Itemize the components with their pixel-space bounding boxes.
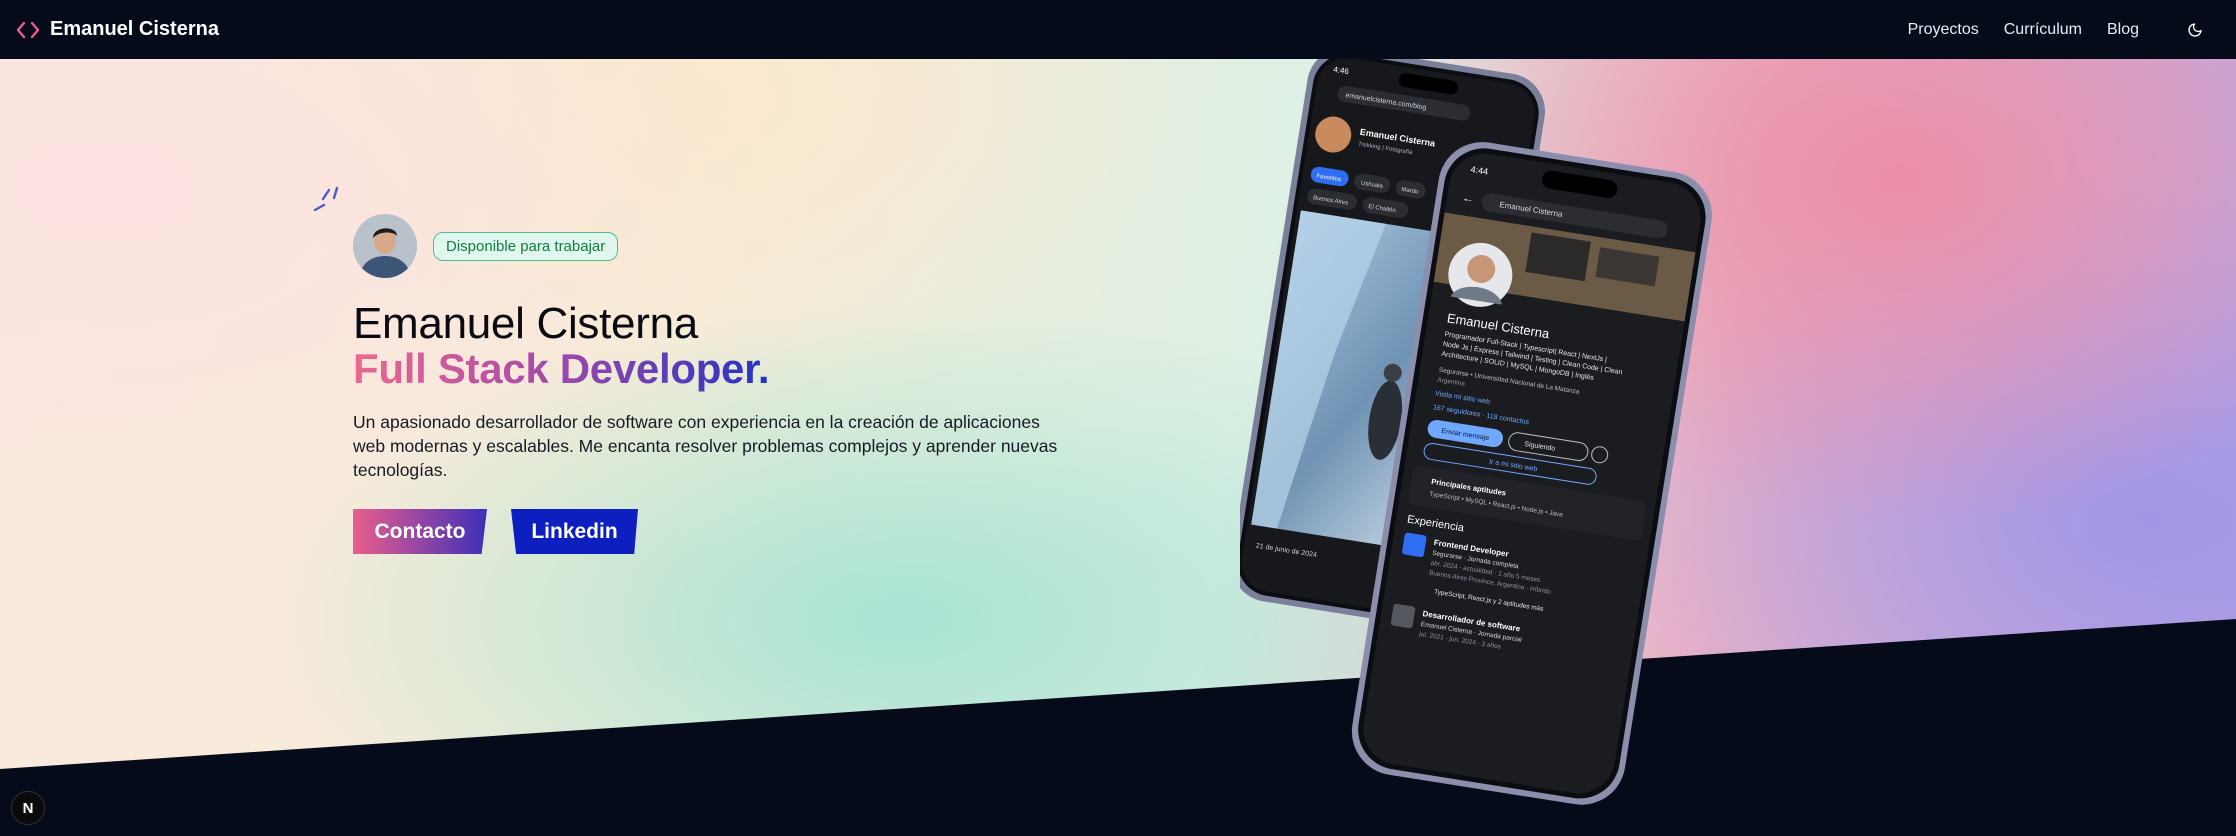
avatar (353, 214, 417, 278)
hero-name: Emanuel Cisterna (353, 299, 698, 348)
sparkle-decoration-icon (313, 186, 339, 212)
hero-role: Full Stack Developer. (353, 345, 770, 392)
moon-icon (2188, 22, 2202, 37)
nav-link-proyectos[interactable]: Proyectos (1908, 21, 1979, 39)
linkedin-button[interactable]: Linkedin (511, 509, 638, 554)
site-header: Emanuel Cisterna Proyectos Currículum Bl… (0, 0, 2236, 59)
nav-link-blog[interactable]: Blog (2107, 21, 2139, 39)
avatar-portrait-icon (353, 214, 417, 278)
phones-mockup: 4:46 emanuelcisterna.com/blog Emanuel Ci… (1240, 59, 1712, 805)
dev-tools-badge[interactable]: N (11, 791, 45, 825)
main-nav: Proyectos Currículum Blog (1908, 19, 2206, 41)
hero-description: Un apasionado desarrollador de software … (353, 412, 1058, 480)
availability-badge: Disponible para trabajar (433, 232, 619, 261)
hero-section: Disponible para trabajar Emanuel Cistern… (0, 59, 2236, 836)
theme-toggle-button[interactable] (2184, 19, 2206, 41)
hero-dark-wedge (0, 619, 2236, 836)
contact-button[interactable]: Contacto (353, 509, 487, 554)
brand[interactable]: Emanuel Cisterna (16, 18, 219, 41)
code-brackets-icon (16, 21, 40, 38)
brand-name: Emanuel Cisterna (50, 18, 219, 40)
nav-link-curriculum[interactable]: Currículum (2004, 21, 2082, 39)
front-phone-back-icon: ← (1461, 190, 1475, 206)
page: Emanuel Cisterna Proyectos Currículum Bl… (0, 0, 2236, 836)
